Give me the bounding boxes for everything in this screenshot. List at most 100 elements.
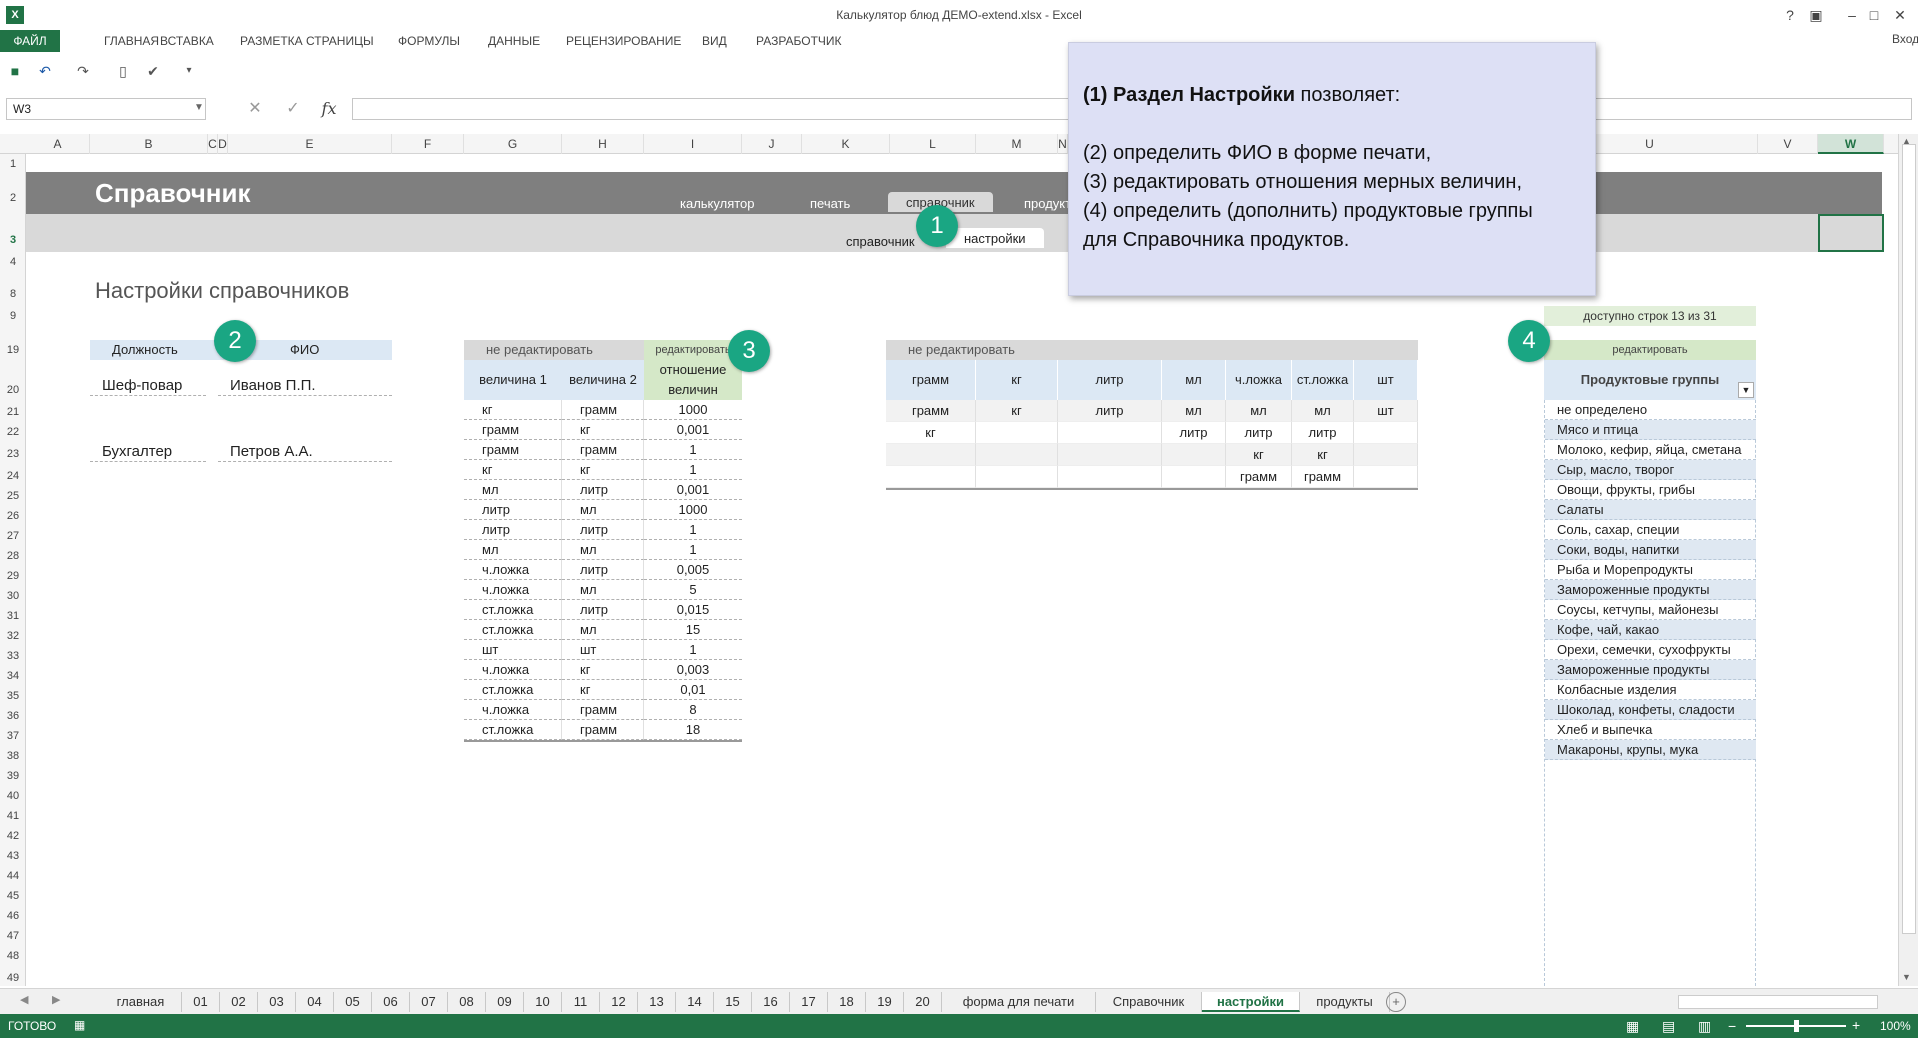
- ratio-cell[interactable]: 0,001: [644, 420, 742, 440]
- next-sheet-icon[interactable]: ▶: [52, 993, 60, 1006]
- ratio-cell[interactable]: 15: [644, 620, 742, 640]
- row-header[interactable]: 40: [0, 790, 26, 802]
- page-break-view-icon[interactable]: ▥: [1698, 1018, 1711, 1035]
- group-item[interactable]: Замороженные продукты: [1545, 580, 1756, 600]
- sheet-tab[interactable]: 16: [752, 992, 790, 1012]
- row-header[interactable]: 37: [0, 730, 26, 742]
- subnav-settings-active[interactable]: настройки: [946, 228, 1044, 248]
- name-box-dropdown-icon[interactable]: ▼: [194, 102, 204, 113]
- row-header[interactable]: 36: [0, 710, 26, 722]
- row-header[interactable]: 4: [0, 256, 26, 268]
- sheet-tab[interactable]: 07: [410, 992, 448, 1012]
- col-header[interactable]: D: [218, 134, 228, 154]
- row-header[interactable]: 44: [0, 870, 26, 882]
- ratio-cell[interactable]: 0,015: [644, 600, 742, 620]
- page-layout-view-icon[interactable]: ▤: [1662, 1018, 1675, 1035]
- subnav-reference[interactable]: справочник: [846, 234, 915, 249]
- ribbon-display-icon[interactable]: ▣: [1804, 4, 1828, 26]
- ratio-cell[interactable]: 1: [644, 640, 742, 660]
- maximize-icon[interactable]: □: [1862, 4, 1886, 26]
- sheet-tab[interactable]: 03: [258, 992, 296, 1012]
- ratio-cell[interactable]: 1: [644, 520, 742, 540]
- row-header[interactable]: 46: [0, 910, 26, 922]
- group-item[interactable]: Замороженные продукты: [1545, 660, 1756, 680]
- row-header[interactable]: 26: [0, 510, 26, 522]
- sheet-tab[interactable]: 14: [676, 992, 714, 1012]
- group-item[interactable]: Овощи, фрукты, грибы: [1545, 480, 1756, 500]
- scroll-thumb[interactable]: [1902, 144, 1916, 934]
- row-header[interactable]: 19: [0, 344, 26, 356]
- col-header[interactable]: F: [392, 134, 464, 154]
- group-item[interactable]: Соль, сахар, специи: [1545, 520, 1756, 540]
- confirm-entry-icon[interactable]: ✓: [278, 98, 308, 120]
- minimize-icon[interactable]: –: [1840, 4, 1864, 26]
- row-header[interactable]: 34: [0, 670, 26, 682]
- ratio-cell[interactable]: 8: [644, 700, 742, 720]
- sheet-tab[interactable]: 17: [790, 992, 828, 1012]
- ratio-cell[interactable]: 0,01: [644, 680, 742, 700]
- spellcheck-icon[interactable]: ✔: [142, 60, 164, 82]
- selected-cell[interactable]: [1818, 214, 1884, 252]
- col-header[interactable]: J: [742, 134, 802, 154]
- group-item[interactable]: Колбасные изделия: [1545, 680, 1756, 700]
- ratio-cell[interactable]: 1: [644, 460, 742, 480]
- sheet-tab[interactable]: 01: [182, 992, 220, 1012]
- row-header[interactable]: 39: [0, 770, 26, 782]
- zoom-in-icon[interactable]: +: [1852, 1017, 1860, 1033]
- undo-icon[interactable]: ↶: [34, 60, 56, 82]
- row-header[interactable]: 24: [0, 470, 26, 482]
- prev-sheet-icon[interactable]: ◀: [20, 993, 28, 1006]
- redo-icon[interactable]: ↷: [72, 60, 94, 82]
- col-header[interactable]: A: [26, 134, 90, 154]
- tab-insert[interactable]: ВСТАВКА: [148, 30, 226, 52]
- col-header[interactable]: V: [1758, 134, 1818, 154]
- tab-review[interactable]: РЕЦЕНЗИРОВАНИЕ: [554, 30, 693, 52]
- row-header[interactable]: 38: [0, 750, 26, 762]
- name-field[interactable]: Петров А.А.: [218, 442, 392, 462]
- row-header[interactable]: 47: [0, 930, 26, 942]
- row-header[interactable]: 45: [0, 890, 26, 902]
- sheet-tab[interactable]: форма для печати: [942, 992, 1096, 1012]
- horizontal-scrollbar[interactable]: [1678, 995, 1878, 1009]
- zoom-level[interactable]: 100%: [1880, 1019, 1911, 1033]
- group-item[interactable]: Хлеб и выпечка: [1545, 720, 1756, 740]
- role-field[interactable]: Шеф-повар: [90, 376, 206, 396]
- group-item[interactable]: Молоко, кефир, яйца, сметана: [1545, 440, 1756, 460]
- tab-developer[interactable]: РАЗРАБОТЧИК: [744, 30, 854, 52]
- row-header[interactable]: 29: [0, 570, 26, 582]
- sheet-tab[interactable]: 09: [486, 992, 524, 1012]
- row-header[interactable]: 31: [0, 610, 26, 622]
- nav-print[interactable]: печать: [810, 196, 850, 214]
- sheet-tab[interactable]: 15: [714, 992, 752, 1012]
- ratio-cell[interactable]: 1000: [644, 400, 742, 420]
- nav-calculator[interactable]: калькулятор: [680, 196, 755, 214]
- tab-data[interactable]: ДАННЫЕ: [476, 30, 552, 52]
- normal-view-icon[interactable]: ▦: [1626, 1018, 1639, 1035]
- ratio-cell[interactable]: 1: [644, 440, 742, 460]
- group-item[interactable]: Макароны, крупы, мука: [1545, 740, 1756, 760]
- sheet-tab[interactable]: 18: [828, 992, 866, 1012]
- ratio-cell[interactable]: 18: [644, 720, 742, 740]
- row-header[interactable]: 2: [0, 192, 26, 204]
- cancel-entry-icon[interactable]: ✕: [240, 98, 270, 120]
- row-header[interactable]: 48: [0, 950, 26, 962]
- col-header[interactable]: E: [228, 134, 392, 154]
- row-header[interactable]: 27: [0, 530, 26, 542]
- row-header[interactable]: 25: [0, 490, 26, 502]
- ratio-cell[interactable]: 0,001: [644, 480, 742, 500]
- group-item[interactable]: Сыр, масло, творог: [1545, 460, 1756, 480]
- filter-dropdown-icon[interactable]: ▼: [1738, 382, 1754, 398]
- row-header[interactable]: 32: [0, 630, 26, 642]
- group-item[interactable]: Соки, воды, напитки: [1545, 540, 1756, 560]
- sheet-tab[interactable]: продукты: [1300, 992, 1390, 1012]
- sheet-tab[interactable]: 20: [904, 992, 942, 1012]
- sign-in-link[interactable]: Вход: [1892, 32, 1918, 46]
- sheet-tab[interactable]: 04: [296, 992, 334, 1012]
- group-item[interactable]: Соусы, кетчупы, майонезы: [1545, 600, 1756, 620]
- insert-function-icon[interactable]: fx: [314, 98, 344, 120]
- col-header[interactable]: G: [464, 134, 562, 154]
- group-item[interactable]: Салаты: [1545, 500, 1756, 520]
- row-header[interactable]: 35: [0, 690, 26, 702]
- sheet-tab[interactable]: 06: [372, 992, 410, 1012]
- scroll-down-icon[interactable]: ▼: [1902, 972, 1911, 982]
